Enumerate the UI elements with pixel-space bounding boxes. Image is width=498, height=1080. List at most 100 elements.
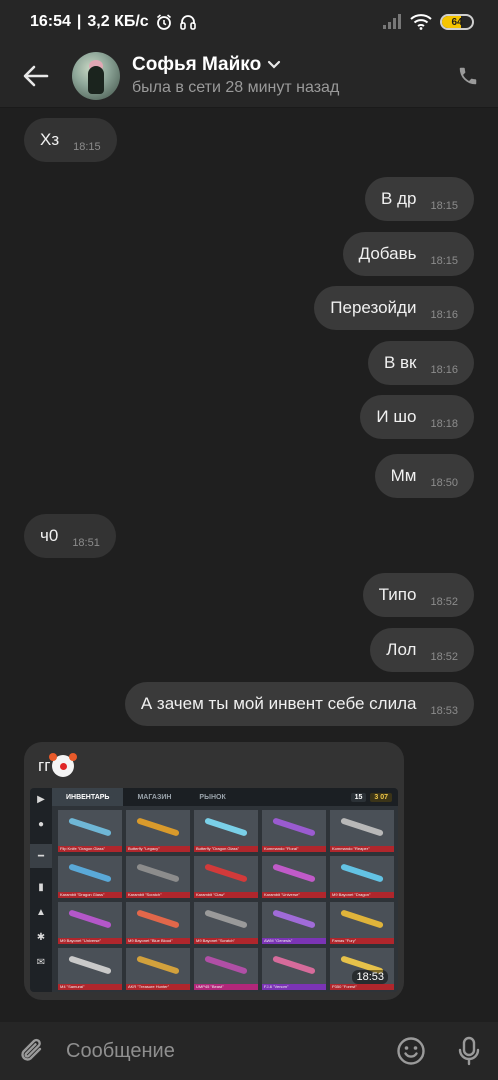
- inventory-item: Karambit "Universe": [262, 856, 326, 898]
- game-tab: ИНВЕНТАРЬ: [52, 788, 124, 806]
- inventory-item: Karambit "Scratch": [126, 856, 190, 898]
- item-image: [272, 863, 316, 883]
- message-time: 18:15: [73, 141, 101, 153]
- item-label: M9 Bayonet "Universe": [60, 938, 102, 943]
- image-caption: гг: [38, 756, 51, 775]
- item-image: [204, 909, 248, 929]
- inventory-item: M9 Bayonet "Universe": [58, 902, 122, 944]
- back-button[interactable]: [0, 44, 72, 108]
- image-message[interactable]: гг ▶ ● ━ ▮ ▲ ✱ ✉ ИНВЕНТАРЬ МАГАЗИН РЫНОК…: [24, 742, 404, 1000]
- message-bubble[interactable]: Типо 18:52: [362, 573, 474, 617]
- item-image: [68, 955, 112, 975]
- message-time: 18:51: [72, 537, 100, 549]
- item-image: [68, 817, 112, 837]
- message-text: А зачем ты мой инвент себе слила: [140, 694, 417, 713]
- message-time: 18:53: [430, 705, 458, 717]
- message-bubble[interactable]: Мм 18:50: [374, 454, 474, 498]
- smile-icon: [397, 1037, 425, 1065]
- item-label: Famas "Fury": [332, 938, 357, 943]
- network-speed: 3,2 КБ/с: [87, 13, 149, 30]
- inventory-item: Kommando "Floral": [262, 810, 326, 852]
- attached-image[interactable]: ▶ ● ━ ▮ ▲ ✱ ✉ ИНВЕНТАРЬ МАГАЗИН РЫНОК 15…: [30, 788, 398, 992]
- item-label: Butterfly "Legacy": [128, 846, 160, 851]
- message-bubble[interactable]: Перезойди 18:16: [314, 286, 474, 330]
- call-button[interactable]: [438, 44, 498, 108]
- game-tab: МАГАЗИН: [137, 793, 172, 801]
- wifi-icon: [410, 14, 432, 30]
- item-image: [204, 817, 248, 837]
- contact-status: была в сети 28 минут назад: [132, 79, 340, 96]
- message-list[interactable]: Хз 18:15 В др 18:15 Добавь 18:15 Перезой…: [0, 108, 498, 1018]
- team-icon: ▲: [36, 907, 46, 918]
- item-label: AKR "Treasure Hunter": [128, 984, 170, 989]
- inventory-item: M4 "Samurai": [58, 948, 122, 990]
- message-bubble[interactable]: В вк 18:16: [367, 341, 474, 385]
- item-image: [204, 863, 248, 883]
- game-tabs: ИНВЕНТАРЬ МАГАЗИН РЫНОК 15 3 07: [52, 788, 398, 806]
- item-image: [136, 863, 180, 883]
- inventory-item: Karambit "Claw": [194, 856, 258, 898]
- play-icon: ▶: [37, 794, 45, 805]
- message-bubble[interactable]: А зачем ты мой инвент себе слила 18:53: [124, 682, 474, 726]
- emoji-button[interactable]: [382, 1022, 440, 1080]
- message-bubble[interactable]: И шо 18:18: [360, 395, 474, 439]
- alarm-icon: [155, 13, 173, 31]
- gold-balance: 3 07: [370, 792, 392, 802]
- item-image: [340, 909, 384, 929]
- battery-percent: 64: [451, 16, 463, 28]
- item-label: M9 Bayonet "Blue Blood": [128, 938, 173, 943]
- message-text: В др: [381, 189, 417, 208]
- message-text: Типо: [378, 585, 417, 604]
- battery-icon: 64: [440, 14, 474, 30]
- clown-face-icon: [49, 753, 75, 777]
- item-label: M9 Bayonet "Dragon": [332, 892, 371, 897]
- status-bar: 16:54 | 3,2 КБ/с 64: [0, 0, 498, 44]
- item-label: Karambit "Claw": [196, 892, 225, 897]
- message-input[interactable]: [66, 1031, 382, 1071]
- item-label: Karambit "Universe": [264, 892, 300, 897]
- avatar[interactable]: [72, 51, 120, 100]
- message-time: 18:18: [430, 418, 458, 430]
- message-bubble[interactable]: Добавь 18:15: [342, 232, 474, 276]
- contact-name: Софья Майко: [132, 54, 262, 75]
- back-arrow-icon: [23, 65, 49, 86]
- item-image: [272, 955, 316, 975]
- inventory-item: Famas "Fury": [330, 902, 394, 944]
- message-bubble[interactable]: Хз 18:15: [24, 118, 117, 162]
- inventory-item: Butterfly "Legacy": [126, 810, 190, 852]
- item-image: [136, 909, 180, 929]
- item-label: UMP45 "Beast": [196, 984, 224, 989]
- profile-icon: ●: [37, 819, 45, 830]
- attach-button[interactable]: [0, 1022, 66, 1080]
- composer: [0, 1022, 498, 1080]
- message-bubble[interactable]: ч0 18:51: [24, 514, 116, 558]
- voice-button[interactable]: [440, 1022, 498, 1080]
- chat-header: Софья Майко была в сети 28 минут назад: [0, 44, 498, 108]
- contact-info[interactable]: Софья Майко была в сети 28 минут назад: [132, 54, 339, 97]
- settings-icon: ✱: [36, 932, 46, 943]
- inventory-item: AKR "Treasure Hunter": [126, 948, 190, 990]
- item-image: [68, 909, 112, 929]
- message-time: 18:52: [430, 651, 458, 663]
- item-image: [272, 817, 316, 837]
- message-time: 18:15: [430, 255, 458, 267]
- message-text: Добавь: [358, 244, 417, 263]
- message-time: 18:50: [430, 477, 458, 489]
- inventory-item: UMP45 "Beast": [194, 948, 258, 990]
- case-icon: ▮: [38, 882, 44, 893]
- item-label: Karambit "Dragon Glass": [60, 892, 105, 897]
- message-text: Хз: [40, 130, 60, 149]
- message-text: В вк: [383, 353, 417, 372]
- message-bubble[interactable]: Лол 18:52: [370, 628, 474, 672]
- message-time: 18:16: [430, 309, 458, 321]
- microphone-icon: [458, 1036, 480, 1066]
- item-label: Kommando "Floral": [264, 846, 299, 851]
- message-time: 18:15: [430, 200, 458, 212]
- inventory-item: Butterfly "Dragon Glass": [194, 810, 258, 852]
- item-label: P350 "Forest": [332, 984, 357, 989]
- message-bubble[interactable]: В др 18:15: [365, 177, 474, 221]
- item-image: [136, 817, 180, 837]
- inventory-item: FJ-6 "Venom": [262, 948, 326, 990]
- message-time: 18:16: [430, 364, 458, 376]
- message-time: 18:52: [430, 596, 458, 608]
